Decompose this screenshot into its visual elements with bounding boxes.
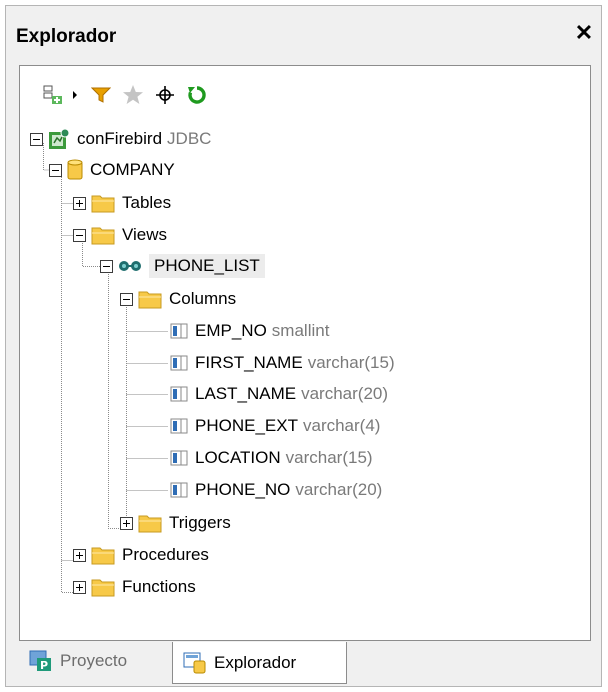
view-name: PHONE_LIST [149, 254, 265, 278]
tab-label: Proyecto [60, 651, 128, 670]
collapse-toggle[interactable] [30, 132, 43, 146]
triggers-label: Triggers [169, 513, 231, 532]
bottom-tabs: P Proyecto Explorador [19, 642, 591, 686]
column-icon [170, 323, 188, 339]
column-type: varchar(15) [307, 353, 395, 372]
column-item[interactable]: LOCATION varchar(15) [170, 444, 373, 472]
tab-explorador[interactable]: Explorador [172, 642, 347, 684]
expand-toggle[interactable] [73, 580, 86, 594]
explorer-window: Explorador ✕ conFirebird JDBC COMPANY Ta… [5, 5, 602, 687]
expand-toggle[interactable] [73, 196, 86, 210]
column-icon [170, 482, 188, 498]
tab-label: Explorador [214, 652, 297, 672]
tree-node-triggers[interactable]: Triggers [120, 509, 231, 537]
collapse-toggle[interactable] [49, 163, 62, 177]
tree-node-database[interactable]: COMPANY [49, 156, 175, 184]
view-glasses-icon [118, 259, 142, 273]
column-name: LOCATION [195, 448, 281, 467]
procedures-label: Procedures [122, 545, 209, 564]
tree-node-functions[interactable]: Functions [73, 573, 196, 601]
tree-node-columns[interactable]: Columns [120, 285, 236, 313]
folder-icon [91, 225, 115, 245]
column-item[interactable]: PHONE_NO varchar(20) [170, 476, 382, 504]
database-name: COMPANY [90, 160, 175, 179]
folder-icon [91, 193, 115, 213]
column-item[interactable]: LAST_NAME varchar(20) [170, 380, 388, 408]
window-title: Explorador [16, 26, 117, 47]
views-label: Views [122, 225, 168, 244]
column-item[interactable]: FIRST_NAME varchar(15) [170, 349, 395, 377]
column-type: varchar(20) [295, 480, 383, 499]
column-name: PHONE_NO [195, 480, 291, 499]
column-icon [170, 386, 188, 402]
explorer-tree-panel: conFirebird JDBC COMPANY Tables Views PH… [19, 65, 591, 641]
tree-node-views[interactable]: Views [73, 221, 167, 249]
column-name: FIRST_NAME [195, 353, 303, 372]
folder-icon [138, 289, 162, 309]
column-name: PHONE_EXT [195, 416, 298, 435]
connection-icon [48, 128, 70, 150]
folder-icon [91, 577, 115, 597]
svg-text:P: P [40, 659, 48, 672]
database-icon [67, 159, 83, 181]
tree-node-tables[interactable]: Tables [73, 189, 171, 217]
title-bar: Explorador ✕ [6, 6, 601, 62]
tree-node-procedures[interactable]: Procedures [73, 541, 209, 569]
connection-type: JDBC [167, 129, 212, 148]
folder-icon [138, 513, 162, 533]
collapse-toggle[interactable] [100, 259, 113, 273]
column-item[interactable]: EMP_NO smallint [170, 317, 329, 345]
tree-node-view-phone-list[interactable]: PHONE_LIST [100, 252, 265, 280]
column-type: varchar(20) [301, 384, 389, 403]
column-name: LAST_NAME [195, 384, 297, 403]
connection-name: conFirebird [77, 129, 163, 148]
column-name: EMP_NO [195, 321, 267, 340]
tree-node-connection[interactable]: conFirebird JDBC [30, 125, 211, 153]
expand-toggle[interactable] [73, 548, 86, 562]
column-icon [170, 355, 188, 371]
project-icon: P [29, 650, 53, 672]
columns-label: Columns [169, 289, 237, 308]
functions-label: Functions [122, 577, 196, 596]
tab-proyecto[interactable]: P Proyecto [19, 642, 172, 680]
column-icon [170, 418, 188, 434]
expand-toggle[interactable] [120, 516, 133, 530]
close-icon[interactable]: ✕ [571, 20, 597, 46]
column-icon [170, 450, 188, 466]
folder-icon [91, 545, 115, 565]
explorer-icon [183, 652, 207, 674]
collapse-toggle[interactable] [73, 228, 86, 242]
column-type: varchar(15) [285, 448, 373, 467]
column-item[interactable]: PHONE_EXT varchar(4) [170, 412, 380, 440]
column-type: varchar(4) [302, 416, 381, 435]
collapse-toggle[interactable] [120, 292, 133, 306]
column-type: smallint [271, 321, 330, 340]
tables-label: Tables [122, 193, 172, 212]
